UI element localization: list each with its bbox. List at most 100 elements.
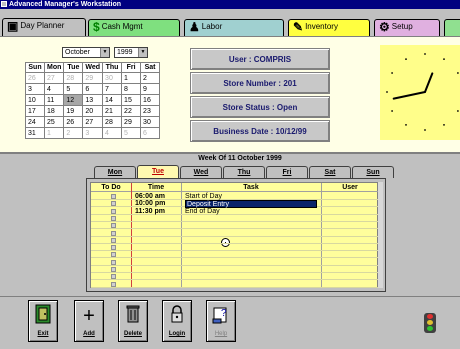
- calendar-day[interactable]: 30: [140, 116, 161, 128]
- day-tab-tue[interactable]: Tue: [137, 165, 179, 178]
- calendar-day[interactable]: 31: [25, 127, 45, 139]
- weekday-header: Sun: [25, 62, 45, 73]
- table-row[interactable]: [91, 273, 379, 281]
- calendar-day[interactable]: 29: [121, 116, 142, 128]
- delete-button[interactable]: Delete: [118, 300, 148, 342]
- calendar-day[interactable]: 24: [25, 116, 45, 128]
- calendar-day[interactable]: 15: [121, 94, 142, 106]
- year-select[interactable]: 1999 ▼: [114, 47, 148, 58]
- calendar-grid: Sun Mon Tue Wed Thu Fri Sat 26 27 28 29 30 1 2 3 4 5 6 7 8…: [25, 62, 161, 139]
- calendar-day[interactable]: 23: [140, 105, 161, 117]
- calendar-day[interactable]: 7: [102, 83, 123, 95]
- todo-checkbox[interactable]: [111, 194, 116, 199]
- tab-labor[interactable]: ♟ Labor: [184, 19, 284, 37]
- clock-tick: [405, 58, 407, 60]
- calendar-day[interactable]: 6: [140, 127, 161, 139]
- calendar-day[interactable]: 20: [82, 105, 104, 117]
- todo-checkbox[interactable]: [111, 252, 116, 258]
- tab-extra[interactable]: [444, 19, 460, 37]
- calendar-day[interactable]: 22: [121, 105, 142, 117]
- table-row[interactable]: [91, 215, 379, 222]
- table-row[interactable]: [91, 237, 379, 244]
- calendar-day[interactable]: 3: [82, 127, 104, 139]
- calendar-day[interactable]: 26: [25, 72, 45, 84]
- calendar-day[interactable]: 29: [82, 72, 104, 84]
- table-row[interactable]: [91, 251, 379, 259]
- calendar-day[interactable]: 5: [63, 83, 84, 95]
- calendar-day[interactable]: 5: [121, 127, 142, 139]
- calendar-day[interactable]: 9: [140, 83, 161, 95]
- calendar-day[interactable]: 11: [43, 94, 65, 106]
- add-button[interactable]: + Add: [74, 300, 104, 342]
- calendar-day[interactable]: 8: [121, 83, 142, 95]
- calendar-day[interactable]: 14: [102, 94, 123, 106]
- day-tab-sat[interactable]: Sat: [309, 166, 351, 178]
- setup-icon: ⚙: [379, 20, 390, 34]
- calendar-day[interactable]: 4: [43, 83, 65, 95]
- tab-day-planner[interactable]: ▣ Day Planner: [2, 18, 86, 37]
- todo-checkbox[interactable]: [111, 237, 116, 243]
- clock-tick: [391, 72, 393, 74]
- calendar-day[interactable]: 2: [63, 127, 84, 139]
- planner-grid-frame: To Do Time Task User 06:00 am Start of Da…: [86, 178, 386, 292]
- calendar-day[interactable]: 2: [140, 72, 161, 84]
- dollar-icon: $: [93, 20, 100, 34]
- calendar-day[interactable]: 3: [25, 83, 45, 95]
- day-tab-wed[interactable]: Wed: [180, 166, 222, 178]
- todo-checkbox[interactable]: [111, 201, 116, 207]
- calendar-day[interactable]: 21: [102, 105, 123, 117]
- day-tab-mon[interactable]: Mon: [94, 166, 136, 178]
- todo-checkbox[interactable]: [111, 281, 116, 287]
- login-button[interactable]: Login: [162, 300, 192, 342]
- calendar-day[interactable]: 27: [43, 72, 65, 84]
- vertical-scrollbar[interactable]: [378, 182, 383, 288]
- entry-task[interactable]: Start of Day: [185, 193, 222, 200]
- calendar-day[interactable]: 12: [63, 94, 84, 106]
- todo-checkbox[interactable]: [111, 230, 116, 236]
- title-bar: Advanced Manager's Workstation: [0, 0, 460, 9]
- todo-checkbox[interactable]: [111, 245, 116, 251]
- calendar-day[interactable]: 1: [121, 72, 142, 84]
- todo-checkbox[interactable]: [111, 267, 116, 272]
- entry-task[interactable]: End of Day: [185, 208, 220, 215]
- todo-checkbox[interactable]: [111, 208, 116, 214]
- calendar-day[interactable]: 17: [25, 105, 45, 117]
- table-row[interactable]: [91, 266, 379, 273]
- calendar-day[interactable]: 10: [25, 94, 45, 106]
- calendar-day[interactable]: 19: [63, 105, 84, 117]
- calendar-day[interactable]: 28: [63, 72, 84, 84]
- table-row[interactable]: [91, 259, 379, 266]
- calendar-day[interactable]: 4: [102, 127, 123, 139]
- tab-inventory[interactable]: ✎ Inventory: [288, 19, 370, 37]
- calendar-day[interactable]: 16: [140, 94, 161, 106]
- exit-button[interactable]: Exit: [28, 300, 58, 342]
- tab-cash-mgmt[interactable]: $ Cash Mgmt: [88, 19, 180, 37]
- calendar-day[interactable]: 1: [43, 127, 65, 139]
- table-row[interactable]: [91, 281, 379, 288]
- table-row[interactable]: [91, 244, 379, 252]
- todo-checkbox[interactable]: [111, 259, 116, 265]
- calendar-day[interactable]: 27: [82, 116, 104, 128]
- table-row[interactable]: [91, 222, 379, 230]
- person-icon: ♟: [189, 20, 200, 34]
- calendar-day[interactable]: 18: [43, 105, 65, 117]
- day-tab-thu[interactable]: Thu: [223, 166, 265, 178]
- calendar-day[interactable]: 28: [102, 116, 123, 128]
- calendar-day[interactable]: 26: [63, 116, 84, 128]
- month-select[interactable]: October ▼: [62, 47, 110, 58]
- todo-checkbox[interactable]: [111, 274, 116, 280]
- weekday-header: Fri: [121, 62, 142, 73]
- calendar-day[interactable]: 25: [43, 116, 65, 128]
- clock-hour-hand: [424, 72, 434, 93]
- traffic-light-icon: [424, 313, 436, 333]
- calendar-day[interactable]: 6: [82, 83, 104, 95]
- calendar-day[interactable]: 13: [82, 94, 104, 106]
- table-row[interactable]: [91, 230, 379, 237]
- calendar-day[interactable]: 30: [102, 72, 123, 84]
- day-tab-sun[interactable]: Sun: [352, 166, 394, 178]
- day-tab-fri[interactable]: Fri: [266, 166, 308, 178]
- tab-setup[interactable]: ⚙ Setup: [374, 19, 440, 37]
- help-button[interactable]: ? Help: [206, 300, 236, 342]
- todo-checkbox[interactable]: [111, 223, 116, 229]
- todo-checkbox[interactable]: [111, 215, 116, 221]
